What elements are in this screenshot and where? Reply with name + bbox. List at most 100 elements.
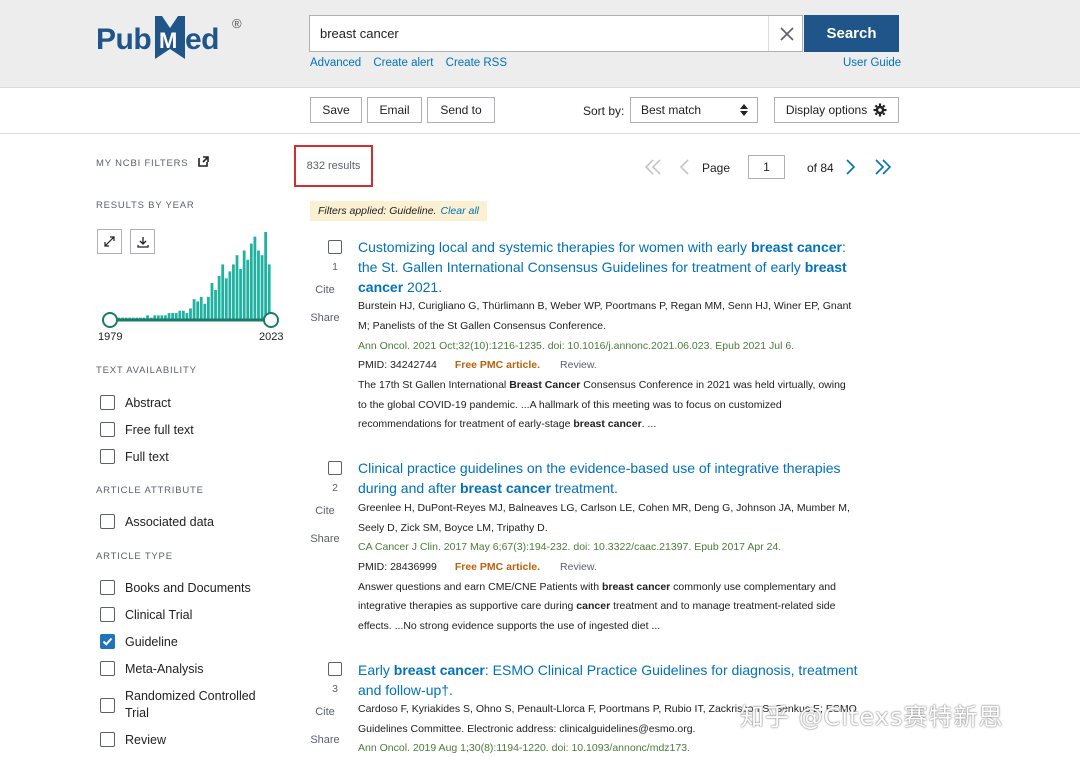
year-bar[interactable] (228, 271, 232, 320)
search-input[interactable] (310, 16, 765, 51)
cite-button[interactable]: Cite (306, 505, 344, 517)
next-page-icon[interactable] (843, 157, 857, 177)
result-title-link[interactable]: Clinical practice guidelines on the evid… (358, 458, 878, 498)
year-bar[interactable] (224, 278, 228, 320)
clear-search-button[interactable] (768, 16, 804, 51)
create-rss-link[interactable]: Create RSS (446, 57, 507, 69)
snippet-text: Consensus Conference in 2021 was held vi… (580, 379, 846, 391)
result-checkbox[interactable] (328, 461, 342, 475)
results-count: 832 results (294, 145, 373, 187)
advanced-link[interactable]: Advanced (310, 57, 361, 69)
share-button[interactable]: Share (306, 533, 344, 545)
year-bar[interactable] (221, 264, 225, 320)
send-to-button[interactable]: Send to (427, 97, 495, 123)
year-bar[interactable] (189, 308, 192, 320)
previous-page-icon[interactable] (678, 157, 692, 177)
page-number-input[interactable]: 1 (748, 155, 785, 179)
year-bar[interactable] (264, 232, 268, 320)
year-bar[interactable] (235, 255, 239, 320)
display-options-button[interactable]: Display options (774, 97, 899, 123)
save-button[interactable]: Save (310, 97, 362, 123)
year-bar[interactable] (249, 243, 253, 320)
year-bar[interactable] (242, 250, 246, 320)
create-alert-link[interactable]: Create alert (373, 57, 433, 69)
title-text: treatment. (551, 480, 618, 496)
results-by-year-chart[interactable] (100, 230, 280, 330)
checkbox[interactable] (100, 449, 115, 464)
year-bar[interactable] (232, 264, 235, 320)
year-bar[interactable] (199, 296, 203, 320)
year-end-handle[interactable] (263, 312, 279, 328)
result-title-link[interactable]: Early breast cancer: ESMO Clinical Pract… (358, 660, 878, 700)
cite-button[interactable]: Cite (306, 706, 344, 718)
my-ncbi-filters-link[interactable]: MY NCBI FILTERS (96, 156, 209, 169)
year-bar[interactable] (214, 289, 217, 320)
share-button[interactable]: Share (306, 734, 344, 746)
year-bar[interactable] (260, 255, 264, 320)
user-guide-link[interactable]: User Guide (843, 57, 901, 69)
clear-all-link[interactable]: Clear all (440, 205, 479, 217)
free-pmc-label: Free PMC article. (454, 561, 541, 573)
last-page-icon[interactable] (873, 157, 893, 177)
title-text: Clinical practice guidelines on the evid… (358, 460, 841, 476)
year-bar[interactable] (257, 250, 260, 320)
year-bar[interactable] (267, 264, 271, 320)
year-bar[interactable] (239, 269, 242, 320)
my-ncbi-filters-label: MY NCBI FILTERS (96, 158, 189, 169)
svg-text:ed: ed (185, 23, 219, 56)
checkbox[interactable] (100, 697, 115, 713)
year-bar[interactable] (192, 299, 196, 320)
first-page-icon[interactable] (643, 157, 663, 177)
svg-text:Pub: Pub (96, 23, 151, 56)
year-bar[interactable] (207, 296, 210, 320)
checkbox[interactable] (100, 514, 115, 529)
pubmed-logo[interactable]: Pub M ed ® (96, 14, 246, 62)
checkbox[interactable] (100, 607, 115, 622)
year-bar[interactable] (253, 236, 257, 320)
result-number: 2 (332, 482, 338, 494)
filter-abstract[interactable]: Abstract (100, 395, 171, 410)
filter-books-and-documents[interactable]: Books and Documents (100, 580, 251, 595)
share-button[interactable]: Share (306, 312, 344, 324)
year-start-handle[interactable] (102, 312, 118, 328)
result-title-link[interactable]: Customizing local and systemic therapies… (358, 237, 878, 297)
sort-value: Best match (641, 103, 702, 117)
cite-button[interactable]: Cite (306, 284, 344, 296)
checkbox[interactable] (100, 732, 115, 747)
snippet-highlight: cancer (576, 600, 611, 612)
filter-review[interactable]: Review (100, 732, 166, 747)
result-citation: Ann Oncol. 2019 Aug 1;30(8):1194-1220. d… (358, 742, 690, 754)
checkbox-checked[interactable] (100, 634, 115, 649)
result-snippet: recommendations for treatment of early-s… (358, 414, 888, 434)
title-text: 2021. (403, 279, 443, 295)
year-bar[interactable] (246, 259, 250, 320)
email-button[interactable]: Email (367, 97, 422, 123)
checkbox[interactable] (100, 580, 115, 595)
sort-select[interactable]: Best match (630, 97, 758, 123)
result-checkbox[interactable] (328, 662, 342, 676)
checkbox[interactable] (100, 422, 115, 437)
title-highlight: breast cancer (459, 480, 552, 496)
filter-full-text[interactable]: Full text (100, 449, 169, 464)
title-highlight: cancer (358, 279, 404, 295)
filter-meta-analysis[interactable]: Meta-Analysis (100, 661, 204, 676)
checkbox[interactable] (100, 395, 115, 410)
year-bar[interactable] (210, 282, 214, 320)
filter-associated-data[interactable]: Associated data (100, 514, 214, 529)
year-bar[interactable] (203, 303, 207, 320)
checkbox[interactable] (100, 661, 115, 676)
review-label: Review. (560, 561, 597, 573)
year-bar[interactable] (217, 276, 221, 320)
filter-free-full-text[interactable]: Free full text (100, 422, 194, 437)
filter-guideline[interactable]: Guideline (100, 634, 178, 649)
filter-randomized-controlled-trial[interactable]: Randomized Controlled Trial (100, 688, 270, 722)
result-authors: Seely D, Zick SM, Boyce LM, Tripathy D. (358, 522, 548, 534)
filter-clinical-trial[interactable]: Clinical Trial (100, 607, 192, 622)
year-start-label: 1979 (98, 331, 123, 343)
article-type-title: ARTICLE TYPE (96, 551, 173, 562)
registered-mark: ® (232, 16, 242, 31)
year-bar[interactable] (196, 301, 200, 320)
result-authors: Greenlee H, DuPont-Reyes MJ, Balneaves L… (358, 502, 850, 514)
result-checkbox[interactable] (328, 240, 342, 254)
search-button[interactable]: Search (804, 15, 899, 52)
